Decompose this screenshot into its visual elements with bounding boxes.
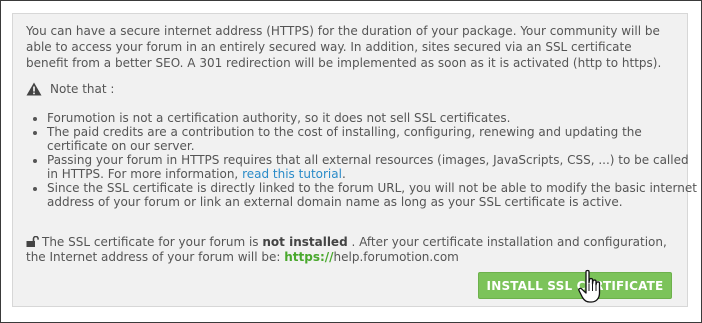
- list-item: The paid credits are a contribution to t…: [47, 125, 697, 153]
- window-frame: You can have a secure internet address (…: [0, 0, 702, 323]
- notes-list: Forumotion is not a certification author…: [26, 111, 697, 209]
- list-item: Forumotion is not a certification author…: [47, 111, 697, 125]
- install-ssl-certificate-button[interactable]: INSTALL SSL CERTIFICATE: [478, 272, 672, 299]
- status-value: not installed: [262, 235, 348, 249]
- note-label: Note that :: [50, 82, 115, 96]
- tutorial-link[interactable]: read this tutorial: [242, 167, 342, 181]
- list-item: Passing your forum in HTTPS requires tha…: [47, 153, 697, 181]
- list-item: Since the SSL certificate is directly li…: [47, 181, 697, 209]
- https-prefix: https://: [284, 250, 334, 264]
- intro-text: You can have a secure internet address (…: [26, 24, 662, 70]
- forum-domain: help.forumotion.com: [333, 250, 459, 264]
- ssl-info-panel: You can have a secure internet address (…: [12, 13, 697, 307]
- certificate-status: The SSL certificate for your forum is no…: [26, 235, 667, 264]
- unlocked-padlock-icon: [26, 236, 39, 247]
- note-heading: Note that :: [26, 81, 114, 97]
- hand-pointer-icon: [578, 269, 601, 303]
- warning-icon: [26, 82, 42, 96]
